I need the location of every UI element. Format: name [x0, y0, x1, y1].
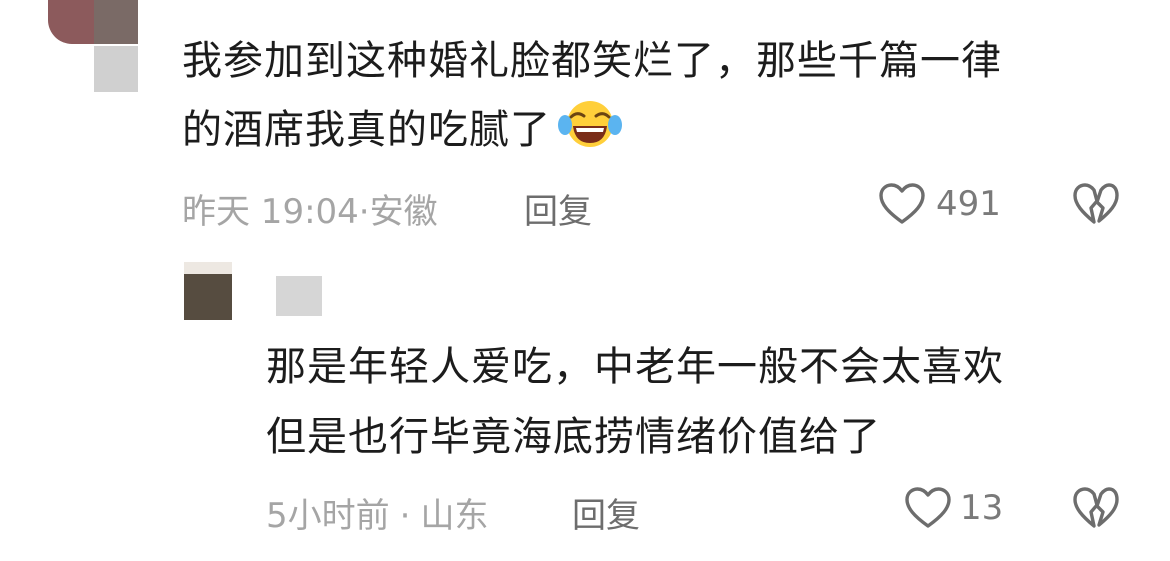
username-censor-block — [276, 276, 322, 316]
comment-text-line: 我参加到这种婚礼脸都笑烂了，那些千篇一律 — [182, 38, 1002, 84]
username-censor-block — [94, 46, 138, 92]
like-count: 491 — [936, 184, 1001, 224]
avatar-image-fragment — [94, 0, 138, 44]
avatar[interactable] — [184, 262, 232, 320]
crying-laughing-face-emoji — [557, 99, 623, 149]
heart-outline-icon[interactable] — [878, 182, 926, 226]
heart-outline-icon[interactable] — [904, 486, 952, 530]
avatar-image-fragment — [184, 262, 232, 274]
comment-meta: 昨天 19:04·安徽 — [182, 184, 438, 233]
comment-location: 山东 — [420, 496, 489, 536]
reply-button[interactable]: 回复 — [572, 488, 640, 537]
reply-button[interactable]: 回复 — [524, 184, 592, 233]
comment-text-fragment: 的酒席我真的吃腻了 — [182, 107, 551, 153]
comment-time: 5小时前 — [266, 496, 390, 536]
like-count: 13 — [960, 488, 1004, 528]
comment-meta: 5小时前 · 山东 — [266, 488, 488, 537]
comment-text-line: 那是年轻人爱吃，中老年一般不会太喜欢 — [266, 344, 1004, 390]
comment-time: 昨天 19:04 — [182, 192, 359, 232]
broken-heart-icon[interactable] — [1072, 486, 1120, 530]
comment-text-line: 但是也行毕竟海底捞情绪价值给了 — [266, 414, 881, 460]
avatar-image-fragment — [48, 0, 96, 44]
avatar[interactable] — [48, 0, 138, 92]
comment-location: 安徽 — [369, 192, 438, 232]
meta-separator: · — [399, 496, 411, 536]
comment-text-line: 的酒席我真的吃腻了 — [182, 99, 623, 161]
meta-separator: · — [358, 192, 370, 232]
broken-heart-icon[interactable] — [1072, 182, 1120, 226]
avatar-image-fragment — [184, 274, 232, 320]
